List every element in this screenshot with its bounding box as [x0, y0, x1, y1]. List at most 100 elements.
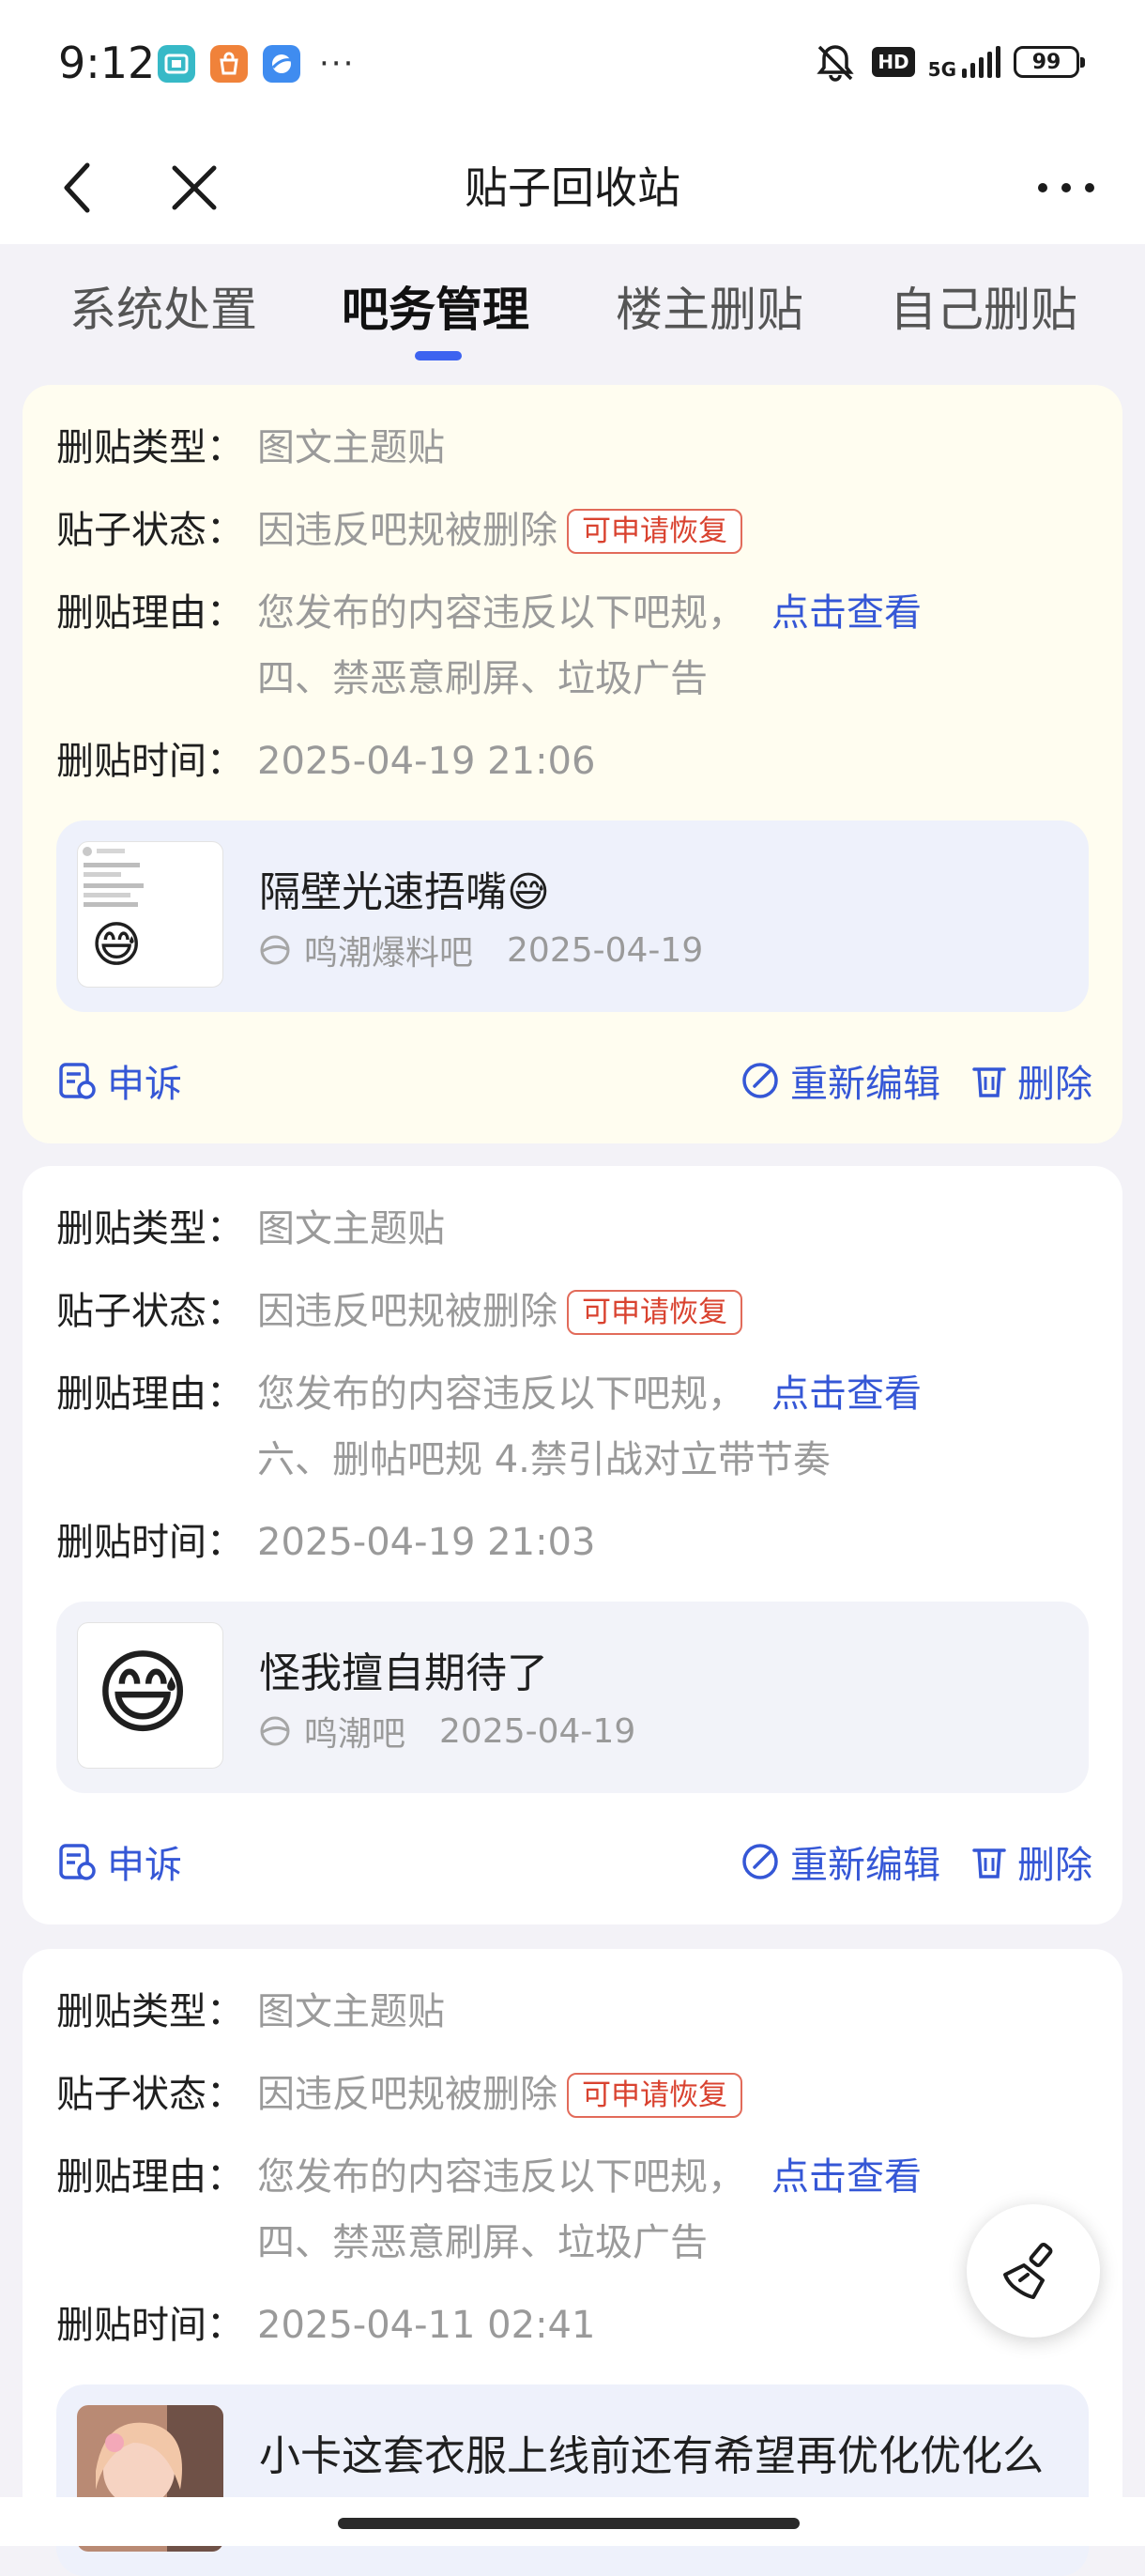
delete-button[interactable]: 删除 — [970, 1834, 1092, 1889]
page-title: 贴子回收站 — [465, 162, 680, 213]
post-date: 2025-04-19 — [439, 1711, 636, 1751]
deleted-post-card: 删贴类型： 图文主题贴 贴子状态： 因违反吧规被删除 可申请恢复 删贴理由： 您发布的内… — [23, 385, 1122, 1143]
post-meta: 鸣潮吧 2025-04-19 — [259, 1707, 635, 1756]
appeal-icon — [59, 1844, 96, 1880]
status-more-dots: ··· — [319, 45, 356, 83]
time-row: 删贴时间： 2025-04-19 21:06 — [56, 736, 595, 787]
restore-badge: 可申请恢复 — [567, 1290, 742, 1335]
reedit-button[interactable]: 重新编辑 — [740, 1834, 940, 1889]
time-value: 2025-04-19 21:06 — [257, 740, 596, 783]
shopping-app-icon — [210, 45, 248, 83]
sweat-smile-emoji-icon: 😅 — [95, 1640, 191, 1747]
status-label: 贴子状态： — [56, 2073, 244, 2116]
active-tab-indicator — [415, 351, 462, 360]
post-thumbnail: 😅 — [77, 841, 223, 988]
status-value: 因违反吧规被删除 — [257, 2073, 557, 2116]
trash-icon — [972, 1067, 1006, 1097]
time-label: 删贴时间： — [56, 740, 244, 783]
time-row: 删贴时间： 2025-04-19 21:03 — [56, 1517, 595, 1568]
view-rules-link[interactable]: 点击查看 — [771, 1372, 922, 1416]
type-label: 删贴类型： — [56, 1207, 244, 1250]
tab-bar: 系统处置 吧务管理 楼主删贴 自己删贴 — [0, 244, 1145, 376]
browser-app-icon — [263, 45, 300, 83]
time-label: 删贴时间： — [56, 2304, 244, 2347]
restore-badge: 可申请恢复 — [567, 2073, 742, 2118]
clean-fab-button[interactable] — [967, 2204, 1100, 2338]
reason-row: 删贴理由： 您发布的内容违反以下吧规， 点击查看 — [56, 1369, 922, 1419]
time-value: 2025-04-11 02:41 — [257, 2304, 596, 2347]
type-value: 图文主题贴 — [257, 426, 445, 469]
nav-bar: 贴子回收站 — [0, 131, 1145, 244]
post-thumbnail: 😅 — [77, 1622, 223, 1769]
post-forum: 鸣潮爆料吧 — [304, 934, 474, 973]
type-row: 删贴类型： 图文主题贴 — [56, 422, 445, 473]
battery-level: 99 — [1031, 50, 1061, 74]
reedit-label: 重新编辑 — [790, 1063, 940, 1106]
deleted-post-card: 删贴类型： 图文主题贴 贴子状态： 因违反吧规被删除 可申请恢复 删贴理由： 您发布的内… — [23, 1166, 1122, 1924]
reedit-button[interactable]: 重新编辑 — [740, 1053, 940, 1108]
post-title: 怪我擅自期待了 — [259, 1649, 548, 1697]
delete-button[interactable]: 删除 — [970, 1053, 1092, 1108]
reason-value: 您发布的内容违反以下吧规， — [257, 1372, 745, 1416]
status-indicators: HD 5G 99 — [812, 41, 1085, 83]
status-row: 贴子状态： 因违反吧规被删除 可申请恢复 — [56, 2069, 742, 2120]
status-label: 贴子状态： — [56, 1290, 244, 1333]
post-forum: 鸣潮吧 — [304, 1715, 406, 1754]
post-preview[interactable]: 😅 怪我擅自期待了 鸣潮吧 2025-04-19 — [56, 1602, 1089, 1793]
sweat-smile-emoji-icon: 😅 — [91, 917, 143, 974]
broom-icon — [1003, 2242, 1053, 2299]
reason-label: 删贴理由： — [56, 591, 244, 635]
home-indicator[interactable] — [338, 2518, 800, 2529]
reason-row: 删贴理由： 您发布的内容违反以下吧规， 点击查看 — [56, 588, 922, 638]
type-value: 图文主题贴 — [257, 1207, 445, 1250]
post-title: 隔壁光速捂嘴😅 — [259, 868, 550, 916]
more-dots-icon — [1038, 183, 1094, 192]
forum-icon — [260, 935, 290, 965]
tab-bar-management[interactable]: 吧务管理 — [342, 272, 529, 340]
status-row: 贴子状态： 因违反吧规被删除 可申请恢复 — [56, 1286, 742, 1337]
edit-icon — [742, 1063, 778, 1098]
reason-label: 删贴理由： — [56, 1372, 244, 1416]
view-rules-link[interactable]: 点击查看 — [771, 2155, 922, 2199]
delete-label: 删除 — [1017, 1063, 1092, 1106]
deleted-post-card: 删贴类型： 图文主题贴 贴子状态： 因违反吧规被删除 可申请恢复 删贴理由： 您发布的内… — [23, 1949, 1122, 2576]
view-rules-link[interactable]: 点击查看 — [771, 591, 922, 635]
reason-value: 您发布的内容违反以下吧规， — [257, 2155, 745, 2199]
appeal-button[interactable]: 申诉 — [56, 1834, 182, 1889]
status-row: 贴子状态： 因违反吧规被删除 可申请恢复 — [56, 505, 742, 556]
appeal-icon — [59, 1063, 96, 1099]
type-value: 图文主题贴 — [257, 1990, 445, 2033]
status-value: 因违反吧规被删除 — [257, 509, 557, 552]
trash-icon — [972, 1848, 1006, 1878]
edit-icon — [742, 1844, 778, 1879]
reason-rule: 六、删帖吧规 4.禁引战对立带节奏 — [257, 1438, 831, 1481]
app-notification-icon — [158, 45, 195, 83]
reason-value: 您发布的内容违反以下吧规， — [257, 591, 745, 635]
status-app-icons: ··· — [158, 45, 355, 83]
restore-badge: 可申请恢复 — [567, 509, 742, 554]
post-preview[interactable]: 😅 隔壁光速捂嘴😅 鸣潮爆料吧 2025-04-19 — [56, 820, 1089, 1012]
reason-row: 删贴理由： 您发布的内容违反以下吧规， 点击查看 — [56, 2152, 922, 2202]
hd-badge: HD — [872, 47, 915, 77]
time-row: 删贴时间： 2025-04-11 02:41 — [56, 2300, 595, 2351]
tab-system[interactable]: 系统处置 — [69, 272, 257, 340]
type-label: 删贴类型： — [56, 426, 244, 469]
status-label: 贴子状态： — [56, 509, 244, 552]
type-label: 删贴类型： — [56, 1990, 244, 2033]
time-label: 删贴时间： — [56, 1521, 244, 1564]
post-meta: 鸣潮爆料吧 2025-04-19 — [259, 926, 703, 974]
reason-rule: 四、禁恶意刷屏、垃圾广告 — [257, 657, 708, 700]
battery-icon: 99 — [1014, 46, 1085, 78]
post-date: 2025-04-19 — [507, 930, 704, 970]
post-preview[interactable]: 小卡这套衣服上线前还有希望再优化优化么 — [56, 2384, 1089, 2576]
card-actions: 申诉 重新编辑 删除 — [56, 1053, 1092, 1110]
reason-label: 删贴理由： — [56, 2155, 244, 2199]
signal-icon: 5G — [928, 46, 1000, 79]
status-time: 9:12 — [58, 38, 156, 88]
more-button[interactable] — [1029, 150, 1104, 225]
appeal-label: 申诉 — [107, 1844, 182, 1887]
reedit-label: 重新编辑 — [790, 1844, 940, 1887]
tab-owner-delete[interactable]: 楼主删贴 — [616, 272, 803, 340]
appeal-button[interactable]: 申诉 — [56, 1053, 182, 1108]
tab-self-delete[interactable]: 自己删贴 — [890, 272, 1077, 340]
